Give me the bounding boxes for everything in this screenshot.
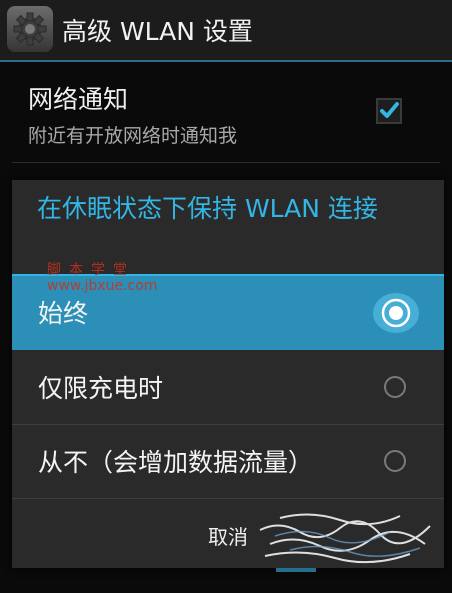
- network-notification-title[interactable]: 网络通知: [28, 80, 128, 116]
- divider: [12, 162, 440, 163]
- scribble-overlay: [259, 513, 431, 564]
- radio-selected-icon[interactable]: [373, 292, 419, 334]
- bottom-highlight: [276, 568, 316, 572]
- option-only-when-charging[interactable]: 仅限充电时: [12, 351, 444, 425]
- watermark-text: 脚本学堂: [47, 262, 135, 278]
- option-label: 从不（会增加数据流量）: [38, 448, 314, 477]
- watermark: 脚本学堂 www.jbxue.com: [47, 262, 157, 294]
- checkmark-icon: [376, 98, 402, 124]
- radio-unselected-icon[interactable]: [384, 376, 406, 398]
- watermark-url: www.jbxue.com: [47, 278, 158, 294]
- option-label: 始终: [38, 299, 89, 328]
- action-bar: 高级 WLAN 设置: [0, 0, 452, 62]
- option-label: 仅限充电时: [38, 374, 164, 403]
- page-title: 高级 WLAN 设置: [62, 17, 253, 46]
- network-notification-checkbox[interactable]: [375, 97, 403, 125]
- option-never[interactable]: 从不（会增加数据流量）: [12, 425, 444, 499]
- dialog-title: 在休眠状态下保持 WLAN 连接: [37, 194, 378, 223]
- screen: 高级 WLAN 设置 网络通知 附近有开放网络时通知我 在休眠状态下保持 WLA…: [0, 0, 452, 593]
- radio-unselected-icon[interactable]: [384, 450, 406, 472]
- network-notification-summary: 附近有开放网络时通知我: [28, 125, 238, 147]
- settings-gear-icon[interactable]: [7, 6, 53, 52]
